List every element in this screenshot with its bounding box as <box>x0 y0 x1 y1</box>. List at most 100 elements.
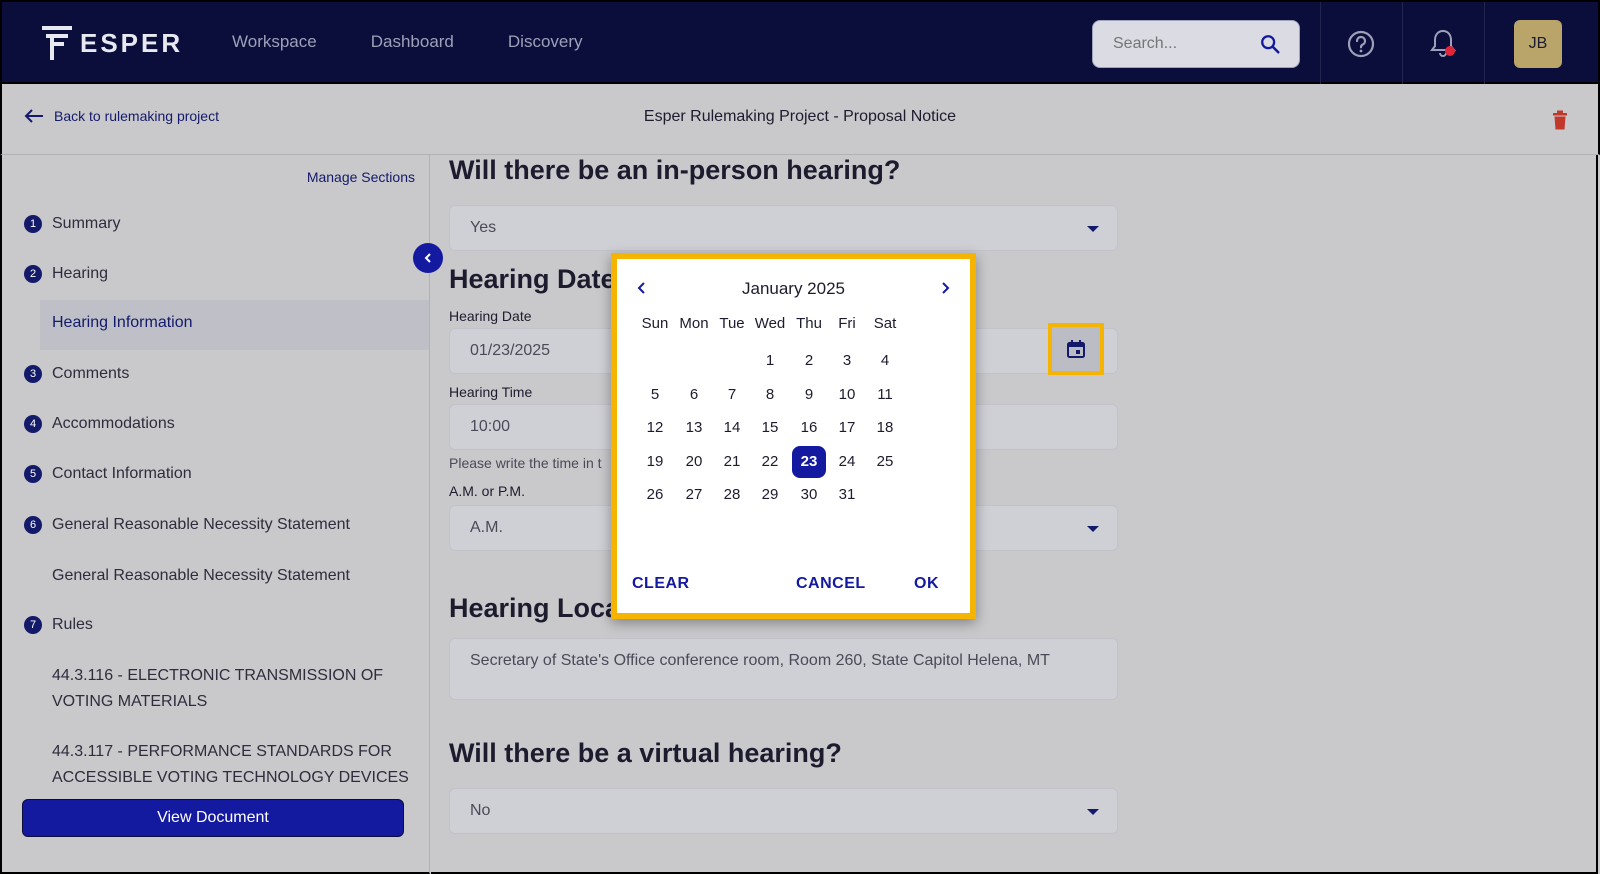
in-person-hearing-question: Will there be an in-person hearing? <box>449 155 901 185</box>
calendar-day[interactable]: 18 <box>868 412 902 444</box>
calendar-day[interactable]: 14 <box>715 412 749 444</box>
main-nav: Workspace Dashboard Discovery <box>232 32 583 52</box>
calendar-day[interactable]: 26 <box>638 479 672 511</box>
calendar-day[interactable]: 28 <box>715 479 749 511</box>
chevron-right-icon[interactable] <box>936 279 954 297</box>
sidebar-item-contact-information[interactable]: 5 Contact Information <box>24 465 192 483</box>
hearing-location-value: Secretary of State's Office conference r… <box>470 652 1050 669</box>
calendar-day[interactable]: 9 <box>792 379 826 411</box>
section-number-badge: 5 <box>24 465 42 483</box>
help-icon[interactable] <box>1347 30 1375 58</box>
nav-link-dashboard[interactable]: Dashboard <box>371 32 454 52</box>
brand-name: ESPER <box>80 27 184 58</box>
calendar-day-selected[interactable]: 23 <box>792 446 826 478</box>
page-title: Esper Rulemaking Project - Proposal Noti… <box>643 108 957 125</box>
calendar-day[interactable]: 30 <box>792 479 826 511</box>
calendar-day[interactable]: 3 <box>830 345 864 377</box>
select-value: No <box>470 802 491 819</box>
ampm-label: A.M. or P.M. <box>449 483 525 499</box>
in-person-hearing-select[interactable]: Yes <box>449 205 1118 251</box>
calendar-day[interactable]: 8 <box>753 379 787 411</box>
sidebar-item-label: Hearing <box>52 265 109 282</box>
sidebar-item-label: Summary <box>52 215 121 232</box>
select-value: Yes <box>470 219 497 236</box>
chevron-left-icon <box>424 253 431 263</box>
cancel-button[interactable]: CANCEL <box>796 575 866 593</box>
sidebar-item-hearing[interactable]: 2 Hearing <box>24 265 108 283</box>
sidebar-subitem-rule-44-3-117[interactable]: 44.3.117 - PERFORMANCE STANDARDS FOR ACC… <box>52 739 412 791</box>
calendar-day[interactable]: 29 <box>753 479 787 511</box>
calendar-day[interactable]: 25 <box>868 446 902 478</box>
calendar-day[interactable]: 24 <box>830 446 864 478</box>
calendar-day[interactable]: 2 <box>792 345 826 377</box>
calendar-day[interactable]: 15 <box>753 412 787 444</box>
search-box <box>1092 20 1300 68</box>
notification-bell-icon[interactable] <box>1430 28 1456 58</box>
calendar-day[interactable]: 31 <box>830 479 864 511</box>
weekday-label: Sat <box>873 315 897 332</box>
sidebar-item-general-reasonable-necessity[interactable]: 6 General Reasonable Necessity Statement <box>24 516 350 534</box>
virtual-hearing-select[interactable]: No <box>449 788 1118 834</box>
calendar-day[interactable]: 4 <box>868 345 902 377</box>
section-number-badge: 1 <box>24 215 42 233</box>
dropdown-caret-icon <box>1087 526 1099 532</box>
trash-icon[interactable] <box>1552 110 1568 130</box>
page-subheader: Back to rulemaking project Esper Rulemak… <box>0 84 1600 155</box>
clear-button[interactable]: CLEAR <box>632 575 690 593</box>
sidebar-item-rules[interactable]: 7 Rules <box>24 616 93 634</box>
collapse-sidebar-button[interactable] <box>413 243 443 273</box>
hearing-date-value: 01/23/2025 <box>470 342 551 359</box>
calendar-day[interactable]: 7 <box>715 379 749 411</box>
search-input[interactable] <box>1113 35 1263 53</box>
nav-link-workspace[interactable]: Workspace <box>232 32 317 52</box>
section-number-badge: 6 <box>24 516 42 534</box>
calendar-icon <box>1067 340 1085 358</box>
weekday-label: Sun <box>641 315 669 332</box>
nav-link-discovery[interactable]: Discovery <box>508 32 583 52</box>
weekday-label: Wed <box>754 315 786 332</box>
dropdown-caret-icon <box>1087 809 1099 815</box>
calendar-day[interactable]: 20 <box>677 446 711 478</box>
top-navbar: ESPER Workspace Dashboard Discovery JB <box>0 0 1600 86</box>
nav-divider <box>1402 2 1403 86</box>
select-value: A.M. <box>470 519 503 536</box>
sidebar-subitem-hearing-information[interactable]: Hearing Information <box>40 300 429 350</box>
calendar-day[interactable]: 21 <box>715 446 749 478</box>
nav-divider <box>1484 2 1485 86</box>
user-avatar[interactable]: JB <box>1514 20 1562 68</box>
sidebar-item-label: Contact Information <box>52 465 192 482</box>
calendar-day[interactable]: 27 <box>677 479 711 511</box>
calendar-day[interactable]: 22 <box>753 446 787 478</box>
view-document-button[interactable]: View Document <box>22 799 404 837</box>
sidebar-item-label: Rules <box>52 616 93 633</box>
calendar-day[interactable]: 13 <box>677 412 711 444</box>
weekday-label: Tue <box>719 315 745 332</box>
sidebar-item-accommodations[interactable]: 4 Accommodations <box>24 415 175 433</box>
weekday-label: Mon <box>679 315 709 332</box>
sidebar-item-comments[interactable]: 3 Comments <box>24 365 129 383</box>
sidebar-subitem-general-reasonable-necessity[interactable]: General Reasonable Necessity Statement <box>52 563 412 589</box>
brand-logo[interactable]: ESPER <box>42 26 183 60</box>
sidebar-subitem-rule-44-3-116[interactable]: 44.3.116 - ELECTRONIC TRANSMISSION OF VO… <box>52 663 412 715</box>
calendar-day[interactable]: 16 <box>792 412 826 444</box>
calendar-day[interactable]: 1 <box>753 345 787 377</box>
weekday-label: Thu <box>796 315 822 332</box>
calendar-day[interactable]: 10 <box>830 379 864 411</box>
open-calendar-button[interactable] <box>1048 323 1104 375</box>
esper-logo-icon <box>42 26 72 60</box>
calendar-day[interactable]: 11 <box>868 379 902 411</box>
calendar-day[interactable]: 17 <box>830 412 864 444</box>
manage-sections-link[interactable]: Manage Sections <box>307 169 415 185</box>
sidebar-item-summary[interactable]: 1 Summary <box>24 215 120 233</box>
calendar-day[interactable]: 12 <box>638 412 672 444</box>
section-number-badge: 7 <box>24 616 42 634</box>
search-icon[interactable] <box>1259 33 1281 55</box>
sidebar-item-label: Comments <box>52 365 130 382</box>
calendar-day[interactable]: 6 <box>677 379 711 411</box>
calendar-day[interactable]: 19 <box>638 446 672 478</box>
section-number-badge: 3 <box>24 365 42 383</box>
ok-button[interactable]: OK <box>914 575 939 593</box>
hearing-location-textarea[interactable]: Secretary of State's Office conference r… <box>449 638 1118 700</box>
nav-divider <box>1320 2 1321 86</box>
calendar-day[interactable]: 5 <box>638 379 672 411</box>
